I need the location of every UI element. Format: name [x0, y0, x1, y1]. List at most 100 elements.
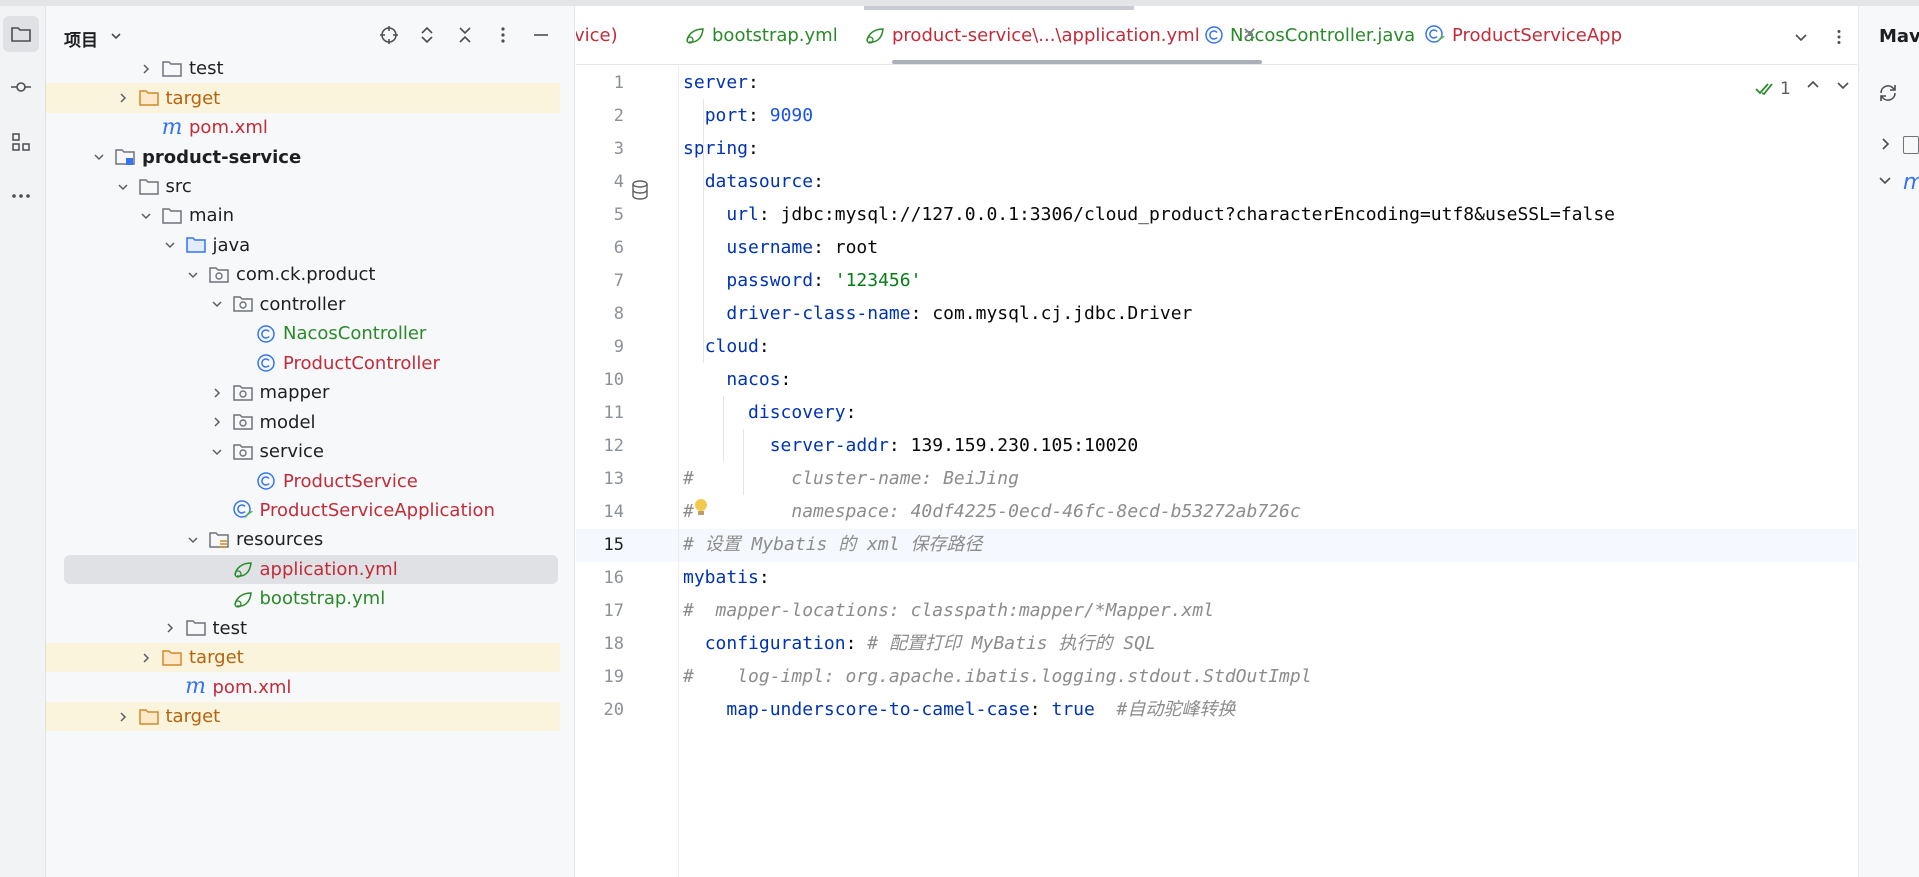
chevron-down-icon[interactable] — [1877, 172, 1893, 192]
code-line[interactable]: # cluster-name: BeiJing — [683, 462, 1019, 495]
tree-item[interactable]: java — [46, 231, 560, 260]
class-icon — [255, 352, 277, 374]
code-line[interactable]: username: root — [683, 231, 878, 264]
tree-item-label: ProductServiceApplication — [259, 499, 495, 521]
database-icon[interactable] — [630, 179, 650, 205]
chevron-down-icon[interactable] — [114, 178, 132, 196]
tree-item[interactable]: target — [46, 701, 560, 732]
chevron-down-icon[interactable] — [161, 236, 179, 254]
chevron-up-icon[interactable] — [1804, 76, 1822, 98]
editor-tab[interactable]: NacosController.java — [1204, 6, 1415, 64]
lightbulb-icon[interactable] — [694, 498, 708, 522]
tree-item[interactable]: ProductServiceApplication — [46, 496, 560, 525]
code-line[interactable]: cloud: — [683, 330, 770, 363]
chevron-down-icon[interactable] — [208, 295, 226, 313]
tree-item-label: ProductController — [283, 352, 440, 374]
tree-item[interactable]: ProductController — [46, 349, 560, 378]
folder-icon — [161, 205, 183, 227]
chevron-right-icon[interactable] — [137, 60, 155, 78]
tree-item[interactable]: m pom.xml — [46, 672, 560, 701]
tree-item[interactable]: product-service — [46, 142, 560, 171]
chevron-right-icon[interactable] — [114, 708, 132, 726]
code-line[interactable]: spring: — [683, 132, 759, 165]
chevron-right-icon[interactable] — [161, 619, 179, 637]
hide-panel-icon[interactable] — [528, 22, 554, 48]
chevron-right-icon[interactable] — [137, 649, 155, 667]
chevron-right-icon[interactable] — [208, 384, 226, 402]
tree-item[interactable]: NacosController — [46, 319, 560, 348]
code-line[interactable]: server-addr: 139.159.230.105:10020 — [683, 429, 1138, 462]
code-line[interactable]: driver-class-name: com.mysql.cj.jdbc.Dri… — [683, 297, 1192, 330]
code-line[interactable]: configuration: # 配置打印 MyBatis 执行的 SQL — [683, 627, 1156, 660]
tree-item[interactable]: target — [46, 643, 560, 673]
chevron-down-icon[interactable] — [184, 531, 202, 549]
module-icon — [114, 146, 136, 168]
chevron-down-icon[interactable] — [1834, 76, 1852, 98]
code-line[interactable]: datasource: — [683, 165, 824, 198]
tabs-options-icon[interactable] — [1826, 24, 1852, 50]
tree-item[interactable]: service — [46, 437, 560, 466]
chevron-right-icon[interactable] — [114, 89, 132, 107]
tree-item[interactable]: target — [46, 83, 560, 113]
code-line[interactable]: url: jdbc:mysql://127.0.0.1:3306/cloud_p… — [683, 198, 1615, 231]
tree-item[interactable]: test — [46, 54, 560, 83]
expand-all-icon[interactable] — [414, 22, 440, 48]
reload-icon[interactable] — [1875, 80, 1901, 110]
editor-tab[interactable]: ProductServiceApp — [1424, 6, 1622, 64]
maven-panel-title[interactable]: Maven — [1879, 26, 1919, 47]
tree-item[interactable]: model — [46, 407, 560, 436]
structure-tool-button[interactable] — [3, 124, 39, 160]
close-tab-icon[interactable]: ✕ — [1242, 24, 1257, 45]
tree-item[interactable]: src — [46, 172, 560, 201]
chevron-down-icon[interactable] — [184, 266, 202, 284]
package-icon — [232, 382, 254, 404]
chevron-right-icon[interactable] — [1877, 136, 1893, 156]
tab-active[interactable]: product-service\...\application.yml — [864, 6, 1200, 64]
chevron-down-icon[interactable] — [137, 207, 155, 225]
inspection-widget[interactable]: 1 — [1754, 76, 1791, 102]
code-line[interactable]: # mapper-locations: classpath:mapper/*Ma… — [683, 594, 1214, 627]
tree-item[interactable]: mapper — [46, 378, 560, 407]
excluded-folder-icon — [138, 706, 160, 728]
folder-icon — [161, 58, 183, 80]
project-panel-title[interactable]: 项目 — [64, 26, 98, 51]
source-folder-icon — [185, 234, 207, 256]
locate-file-icon[interactable] — [376, 22, 402, 48]
tree-item[interactable]: main — [46, 201, 560, 230]
tree-item[interactable]: resources — [46, 525, 560, 554]
options-vertical-icon[interactable] — [490, 22, 516, 48]
project-tool-button[interactable] — [3, 16, 39, 52]
editor-tab[interactable]: vice) — [576, 6, 618, 64]
tree-item-label: target — [165, 706, 221, 728]
code-line[interactable]: # log-impl: org.apache.ibatis.logging.st… — [683, 660, 1312, 693]
tabs-dropdown-icon[interactable] — [1788, 24, 1814, 50]
more-tools-button[interactable] — [3, 178, 39, 214]
code-line[interactable]: # namespace: 40df4225-0ecd-46fc-8ecd-b53… — [683, 495, 1301, 528]
tree-item[interactable]: bootstrap.yml — [46, 584, 560, 613]
commit-tool-button[interactable] — [3, 69, 39, 105]
code-line[interactable]: mybatis: — [683, 561, 770, 594]
indent-guide — [743, 429, 744, 495]
more-horizontal-icon — [12, 194, 30, 198]
tree-item[interactable]: m pom.xml — [46, 113, 560, 142]
tree-item[interactable]: com.ck.product — [46, 260, 560, 289]
code-line[interactable]: # 设置 Mybatis 的 xml 保存路径 — [683, 528, 982, 561]
code-line[interactable]: nacos: — [683, 363, 791, 396]
tree-item[interactable]: controller — [46, 290, 560, 319]
tree-item[interactable]: application.yml — [64, 554, 558, 585]
code-line[interactable]: password: '123456' — [683, 264, 921, 297]
code-line[interactable]: map-underscore-to-camel-case: true #自动驼峰… — [683, 693, 1235, 726]
tree-item[interactable]: ProductService — [46, 466, 560, 495]
chevron-down-icon[interactable] — [90, 148, 108, 166]
chevron-down-icon[interactable] — [208, 443, 226, 461]
chevron-down-icon[interactable] — [109, 28, 123, 47]
indent-guide — [723, 396, 724, 462]
tree-item[interactable]: test — [46, 614, 560, 643]
editor-tab[interactable]: bootstrap.yml — [684, 6, 838, 64]
code-line[interactable]: discovery: — [683, 396, 856, 429]
maven-panel: Maven m — [1858, 6, 1919, 877]
chevron-right-icon[interactable] — [208, 413, 226, 431]
code-line[interactable]: server: — [683, 66, 759, 99]
collapse-all-icon[interactable] — [452, 22, 478, 48]
